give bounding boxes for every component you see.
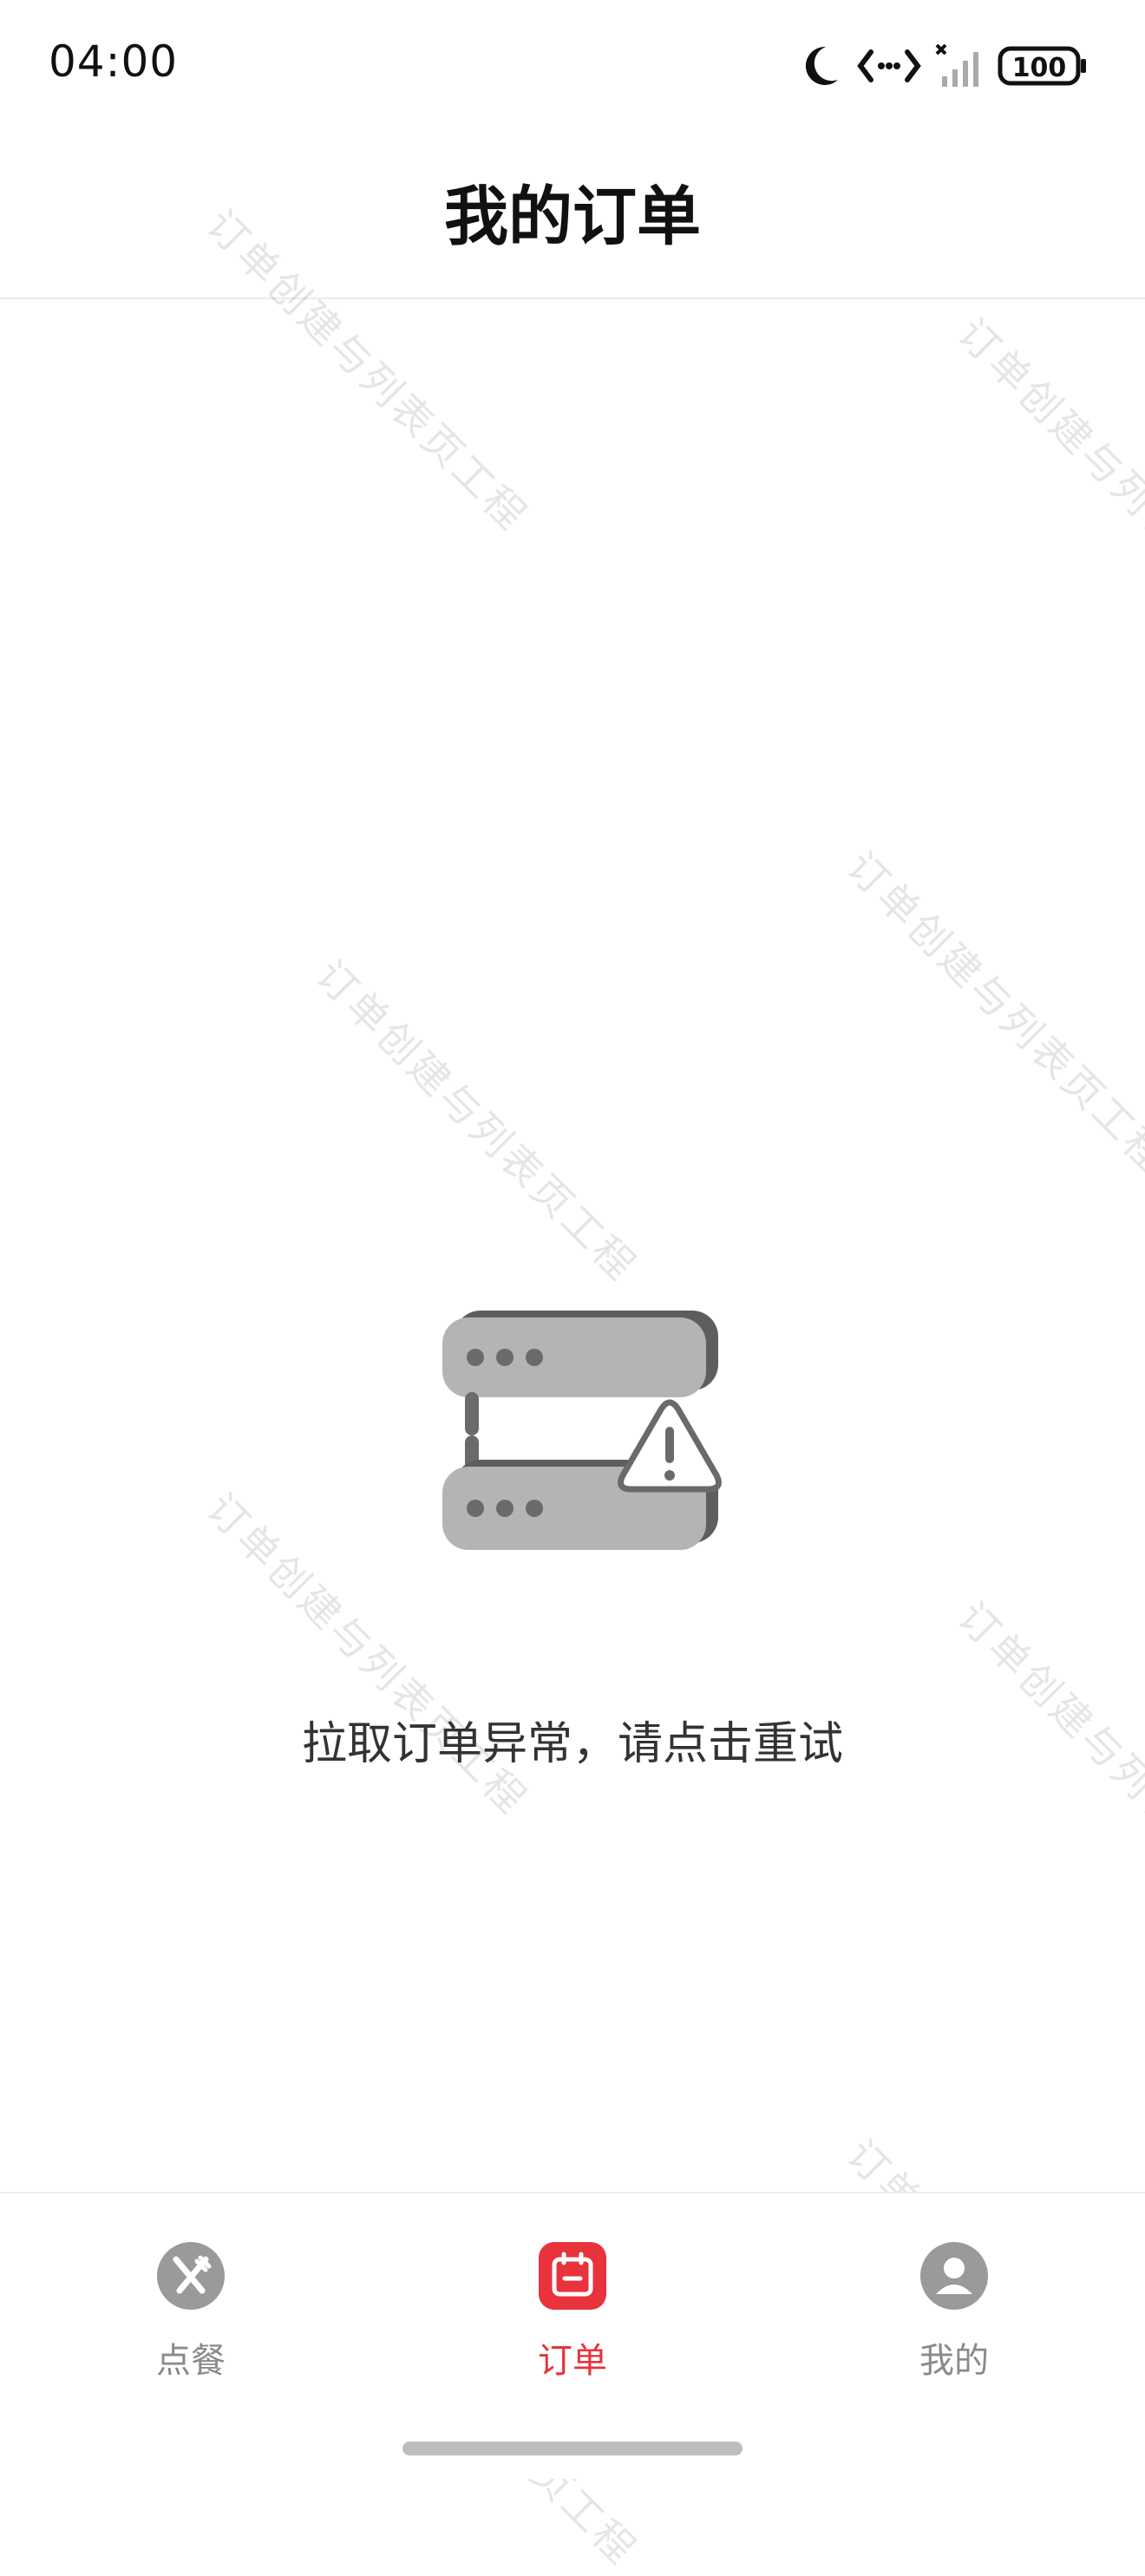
page-title: 我的订单 [444,180,701,254]
battery-level: 100 [1012,53,1067,83]
tab-label: 我的 [919,2341,989,2381]
watermark: 订单创建与列表页工程 [306,951,647,1291]
error-retry-message[interactable]: 拉取订单异常，请点击重试 [0,1707,1145,1772]
battery-icon: 100 [998,46,1086,86]
data-transfer-icon [857,49,921,82]
status-bar: 04:00 100 [0,0,1145,130]
fork-knife-icon [157,2242,225,2310]
tab-label: 订单 [538,2341,607,2381]
page-header: 我的订单 [0,130,1145,299]
tab-order-food[interactable]: 点餐 [87,2242,295,2416]
moon-icon [805,46,838,85]
watermark: 订单创建与列表页工程 [837,842,1145,1183]
user-icon [920,2242,988,2310]
home-indicator[interactable] [402,2442,743,2455]
order-calendar-icon [539,2242,606,2310]
watermark: 订单创建与列表页工程 [948,309,1145,650]
tab-bar: 点餐 订单 我的 [0,2192,1145,2479]
tab-orders[interactable]: 订单 [468,2242,677,2416]
tab-label: 点餐 [156,2341,226,2381]
signal-icon [935,43,978,87]
status-icons: 100 [800,42,1095,94]
tab-mine[interactable]: 我的 [850,2242,1058,2416]
status-time: 04:00 [49,36,179,87]
server-warning-icon[interactable] [434,1305,729,1557]
